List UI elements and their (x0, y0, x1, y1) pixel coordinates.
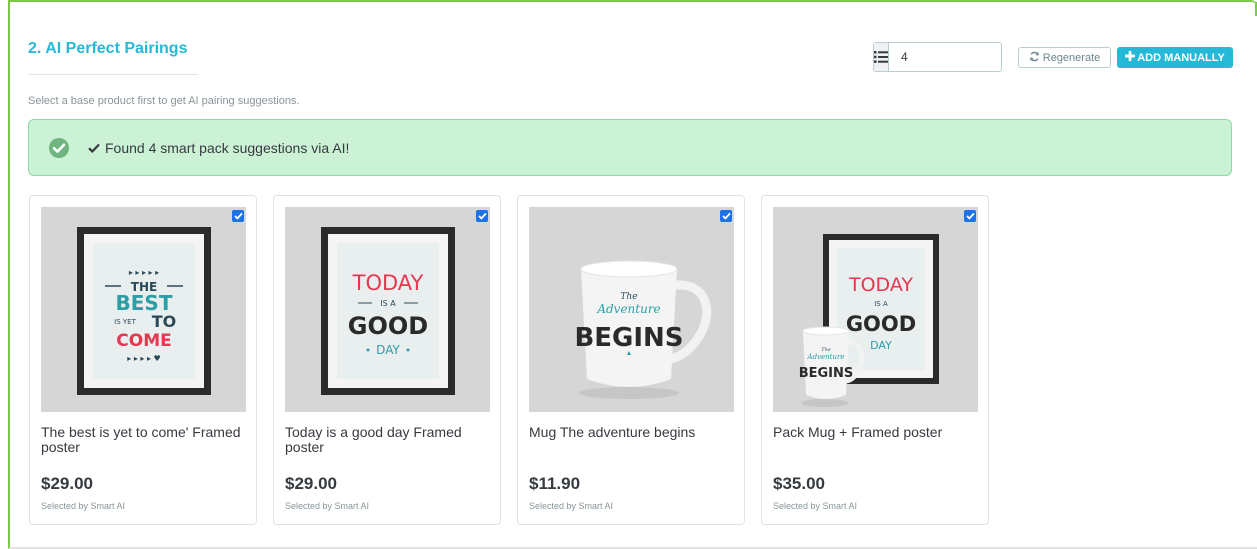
product-name[interactable]: Pack Mug + Framed poster (773, 425, 978, 440)
select-checkbox[interactable] (232, 210, 244, 222)
product-card[interactable]: TODAY IS A GOOD DAY Today is a good day … (273, 195, 501, 525)
poster-text: COME (116, 331, 171, 351)
selection-source: Selected by Smart AI (41, 501, 126, 511)
title-divider (28, 74, 198, 75)
product-image: TODAY IS A GOOD DAY (285, 207, 490, 412)
regenerate-label: Regenerate (1042, 51, 1101, 64)
select-checkbox[interactable] (964, 210, 976, 222)
selection-source: Selected by Smart AI (285, 501, 370, 511)
selection-source: Selected by Smart AI (773, 501, 858, 511)
select-checkbox[interactable] (720, 210, 732, 222)
poster-text: TODAY (352, 271, 424, 295)
product-image: TODAY IS A GOOD DAY The Adventure BEGINS (773, 207, 978, 412)
product-card[interactable]: The Adventure BEGINS Mug The adventure b… (517, 195, 745, 525)
poster-text: TODAY (848, 274, 913, 296)
hint-text: Select a base product first to get AI pa… (28, 95, 300, 107)
poster-text: IS A (380, 299, 396, 308)
product-price: $29.00 (41, 474, 93, 493)
mug-text: The (620, 292, 637, 302)
mug-text: BEGINS (799, 366, 854, 381)
product-name[interactable]: Mug The adventure begins (529, 425, 734, 440)
mug-text: Adventure (807, 353, 845, 361)
suggestion-count-group (873, 42, 1056, 72)
mug-text: BEGINS (574, 323, 683, 353)
select-checkbox[interactable] (476, 210, 488, 222)
product-price: $29.00 (285, 474, 337, 493)
product-price: $11.90 (529, 474, 581, 493)
poster-text: GOOD (846, 312, 916, 336)
poster-text: DAY (376, 343, 400, 357)
product-card[interactable]: ▸ ▸ ▸ ▸ ▸ THE BEST IS YET TO COME ▸ ▸ ▸ … (29, 195, 257, 525)
poster-text: TO (152, 312, 177, 331)
checkmark-icon (88, 140, 100, 156)
selection-source: Selected by Smart AI (529, 501, 614, 511)
check-circle-icon (48, 137, 70, 159)
poster-text: DAY (870, 339, 892, 352)
poster-text: IS A (874, 300, 888, 308)
list-icon (874, 43, 889, 71)
product-image: The Adventure BEGINS (529, 207, 734, 412)
success-alert: Found 4 smart pack suggestions via AI! (28, 119, 1232, 176)
svg-text:▸ ▸ ▸ ▸ ▸: ▸ ▸ ▸ ▸ ▸ (129, 268, 159, 277)
add-manually-button[interactable]: ADD MANUALLY (1117, 47, 1233, 68)
svg-text:▸ ▸ ▸ ▸ ♥: ▸ ▸ ▸ ▸ ♥ (127, 354, 160, 363)
ai-pairings-panel: 2. AI Perfect Pairings Regenerate ADD (8, 0, 1257, 549)
section-title: 2. AI Perfect Pairings (28, 40, 188, 57)
product-card[interactable]: TODAY IS A GOOD DAY The Adventure BEGINS… (761, 195, 989, 525)
product-name[interactable]: The best is yet to come' Framed poster (41, 425, 246, 455)
alert-message: Found 4 smart pack suggestions via AI! (88, 140, 349, 156)
product-price: $35.00 (773, 474, 825, 493)
poster-text: GOOD (348, 312, 428, 340)
refresh-icon (1029, 51, 1040, 65)
poster-text: IS YET (114, 318, 136, 326)
plus-icon (1125, 51, 1136, 64)
product-image: ▸ ▸ ▸ ▸ ▸ THE BEST IS YET TO COME ▸ ▸ ▸ … (41, 207, 246, 412)
product-name[interactable]: Today is a good day Framed poster (285, 425, 490, 455)
regenerate-button[interactable]: Regenerate (1018, 47, 1111, 68)
add-manually-label: ADD MANUALLY (1137, 51, 1225, 64)
mug-text: Adventure (596, 302, 660, 316)
alert-text: Found 4 smart pack suggestions via AI! (105, 139, 350, 156)
